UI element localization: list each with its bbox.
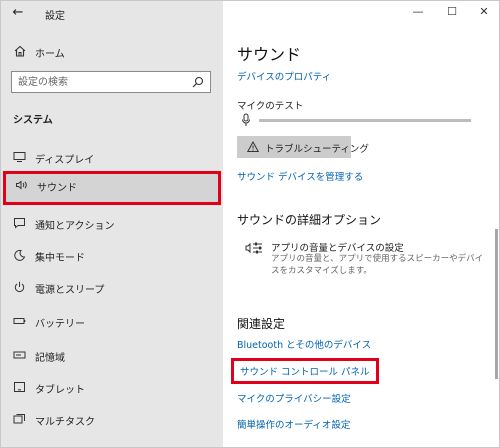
sidebar-item-label: バッテリー bbox=[35, 319, 85, 330]
sidebar-item-label: サウンド bbox=[37, 183, 77, 194]
title-bar: ← 設定 bbox=[1, 1, 223, 27]
app-title: 設定 bbox=[45, 11, 65, 22]
home-icon bbox=[14, 45, 26, 57]
power-icon bbox=[14, 281, 25, 292]
page-title: サウンド bbox=[237, 45, 302, 64]
sidebar-item-storage[interactable]: 記憶域 bbox=[1, 341, 223, 369]
tablet-icon bbox=[14, 382, 25, 392]
sidebar-item-label: 記憶域 bbox=[35, 353, 65, 364]
bluetooth-devices-link[interactable]: Bluetooth とその他のデバイス bbox=[237, 337, 371, 351]
settings-window: ← 設定 ホーム システム ディスプレイ bbox=[0, 0, 500, 448]
close-icon: ✕ bbox=[479, 5, 489, 18]
related-settings-heading: 関連設定 bbox=[237, 317, 286, 331]
troubleshoot-button-label: トラブルシューティング bbox=[265, 144, 369, 155]
storage-icon bbox=[13, 351, 26, 359]
arrow-left-icon: ← bbox=[12, 5, 24, 20]
battery-icon bbox=[13, 318, 26, 324]
sidebar-item-sound[interactable]: サウンド bbox=[3, 171, 221, 205]
advanced-options-heading: サウンドの詳細オプション bbox=[237, 213, 382, 227]
minimize-button[interactable]: — bbox=[405, 3, 431, 21]
sidebar-item-label: タブレット bbox=[35, 385, 85, 396]
sidebar-item-home[interactable]: ホーム bbox=[1, 41, 223, 63]
main-content: — ☐ ✕ サウンド デバイスのプロパティ マイクのテスト トラブルシューティン… bbox=[223, 1, 499, 447]
warning-icon bbox=[247, 141, 259, 152]
sidebar-item-tablet[interactable]: タブレット bbox=[1, 373, 223, 401]
search-input[interactable] bbox=[18, 75, 178, 89]
search-box[interactable] bbox=[11, 71, 211, 93]
sidebar-item-label: 電源とスリープ bbox=[35, 285, 105, 296]
sidebar-item-multitasking[interactable]: マルチタスク bbox=[1, 405, 223, 433]
section-title: システム bbox=[13, 115, 53, 126]
moon-icon bbox=[14, 249, 26, 261]
device-properties-link[interactable]: デバイスのプロパティ bbox=[237, 69, 331, 83]
maximize-button[interactable]: ☐ bbox=[439, 3, 465, 21]
sidebar-item-label: 集中モード bbox=[35, 253, 85, 264]
app-volume-description: アプリの音量と、アプリで使用するスピーカーやデバイスをカスタマイズします。 bbox=[271, 254, 484, 276]
scrollbar-thumb[interactable] bbox=[495, 229, 498, 379]
app-volume-title[interactable]: アプリの音量とデバイスの設定 bbox=[271, 240, 404, 254]
search-icon[interactable] bbox=[192, 76, 204, 88]
sound-control-panel-link[interactable]: サウンド コントロール パネル bbox=[231, 358, 379, 384]
app-volume-icon[interactable] bbox=[245, 241, 263, 257]
minimize-icon: — bbox=[412, 5, 424, 18]
display-icon bbox=[13, 152, 26, 162]
sidebar-item-display[interactable]: ディスプレイ bbox=[1, 143, 223, 171]
close-button[interactable]: ✕ bbox=[471, 3, 497, 21]
sidebar-item-label: ホーム bbox=[35, 49, 65, 60]
mic-level-bar bbox=[259, 119, 471, 122]
back-button[interactable]: ← bbox=[9, 5, 27, 21]
sidebar-item-label: 通知とアクション bbox=[35, 221, 115, 232]
sidebar-item-battery[interactable]: バッテリー bbox=[1, 307, 223, 335]
sidebar: ← 設定 ホーム システム ディスプレイ bbox=[1, 1, 223, 447]
maximize-icon: ☐ bbox=[447, 5, 457, 18]
sidebar-item-focus[interactable]: 集中モード bbox=[1, 241, 223, 269]
mic-privacy-link[interactable]: マイクのプライバシー設定 bbox=[237, 391, 351, 405]
speaker-icon bbox=[16, 180, 27, 190]
ease-of-access-audio-link[interactable]: 簡単操作のオーディオ設定 bbox=[237, 417, 350, 431]
microphone-icon bbox=[242, 113, 250, 126]
troubleshoot-button[interactable]: トラブルシューティング bbox=[237, 136, 369, 158]
sidebar-item-label: ディスプレイ bbox=[35, 155, 95, 166]
sidebar-item-label: マルチタスク bbox=[35, 417, 95, 428]
notification-icon bbox=[14, 218, 25, 229]
multitask-icon bbox=[13, 414, 25, 424]
sidebar-item-power[interactable]: 電源とスリープ bbox=[1, 273, 223, 301]
manage-sound-devices-link[interactable]: サウンド デバイスを管理する bbox=[237, 169, 363, 183]
sidebar-item-notifications[interactable]: 通知とアクション bbox=[1, 209, 223, 237]
mic-test-label: マイクのテスト bbox=[237, 101, 304, 112]
